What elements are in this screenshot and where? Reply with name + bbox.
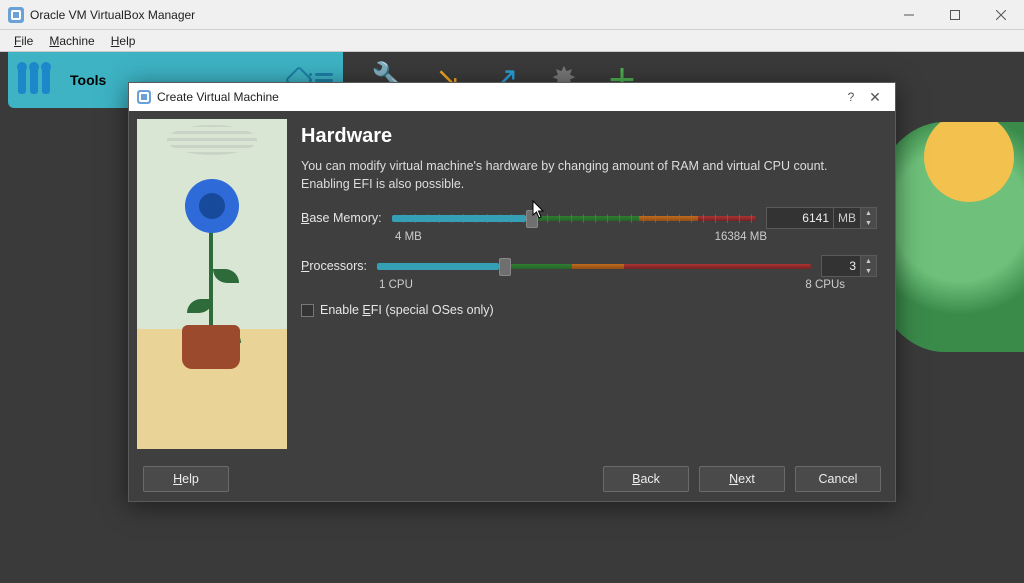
window-minimize-button[interactable] xyxy=(886,0,932,30)
window-maximize-button[interactable] xyxy=(932,0,978,30)
base-memory-stepper[interactable]: ▲▼ xyxy=(861,207,877,229)
menubar: File Machine Help xyxy=(0,30,1024,52)
dialog-logo-icon xyxy=(137,90,151,104)
dialog-illustration xyxy=(137,119,287,449)
base-memory-slider[interactable] xyxy=(392,208,756,228)
base-memory-label: Base Memory: xyxy=(301,211,382,225)
base-memory-thumb[interactable] xyxy=(526,210,538,228)
tools-label: Tools xyxy=(70,72,106,88)
base-memory-min: 4 MB xyxy=(395,231,422,243)
dialog-title: Create Virtual Machine xyxy=(157,90,279,104)
checkbox-icon xyxy=(301,304,314,317)
menu-help[interactable]: Help xyxy=(103,32,144,50)
page-description: You can modify virtual machine's hardwar… xyxy=(301,158,877,193)
processors-label: Processors: xyxy=(301,259,367,273)
processors-thumb[interactable] xyxy=(499,258,511,276)
menu-file[interactable]: File xyxy=(6,32,41,50)
processors-max: 8 CPUs xyxy=(805,279,845,291)
processors-stepper[interactable]: ▲▼ xyxy=(861,255,877,277)
page-heading: Hardware xyxy=(301,125,877,148)
base-memory-unit: MB xyxy=(834,207,861,229)
processors-input[interactable] xyxy=(821,255,861,277)
dialog-titlebar: Create Virtual Machine ? ✕ xyxy=(129,83,895,111)
window-title: Oracle VM VirtualBox Manager xyxy=(30,8,886,22)
create-vm-dialog: Create Virtual Machine ? ✕ Hardware You … xyxy=(128,82,896,502)
app-logo-icon xyxy=(8,7,24,23)
dialog-content: Hardware You can modify virtual machine'… xyxy=(295,111,895,457)
enable-efi-checkbox[interactable]: Enable EFI (special OSes only) xyxy=(301,303,877,317)
back-button[interactable]: Back xyxy=(603,466,689,492)
cancel-button[interactable]: Cancel xyxy=(795,466,881,492)
base-memory-input[interactable] xyxy=(766,207,834,229)
next-button[interactable]: Next xyxy=(699,466,785,492)
enable-efi-label: Enable EFI (special OSes only) xyxy=(320,303,494,317)
help-button[interactable]: Help xyxy=(143,466,229,492)
processors-slider[interactable] xyxy=(377,256,811,276)
window-titlebar: Oracle VM VirtualBox Manager xyxy=(0,0,1024,30)
tools-icon xyxy=(18,66,62,94)
dialog-help-icon[interactable]: ? xyxy=(839,90,863,104)
dialog-close-icon[interactable]: ✕ xyxy=(863,89,887,106)
menu-machine[interactable]: Machine xyxy=(41,32,102,50)
base-memory-max: 16384 MB xyxy=(715,231,767,243)
processors-min: 1 CPU xyxy=(379,279,413,291)
dialog-footer: Help Back Next Cancel xyxy=(129,457,895,501)
window-close-button[interactable] xyxy=(978,0,1024,30)
